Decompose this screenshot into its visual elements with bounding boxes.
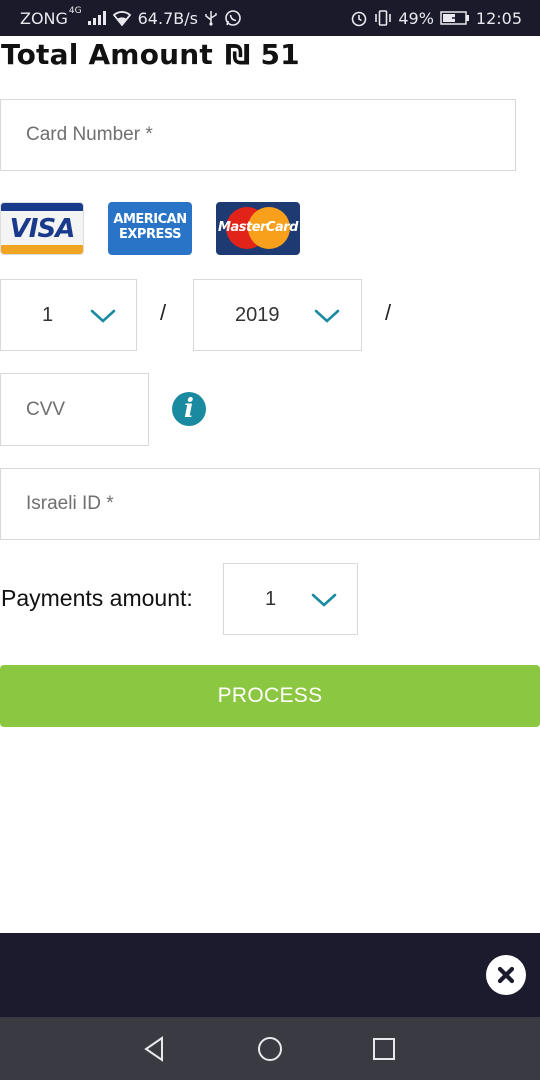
- signal-icon: [87, 8, 106, 28]
- accepted-cards: VISA AMERICAN EXPRESS MasterCard: [0, 202, 300, 255]
- back-icon[interactable]: [138, 1033, 170, 1065]
- battery-charging-icon: [440, 8, 470, 28]
- cvv-placeholder: CVV: [26, 398, 66, 420]
- amex-logo-line2: EXPRESS: [119, 227, 181, 242]
- currency-symbol: ₪: [224, 38, 251, 71]
- amex-logo-line1: AMERICAN: [113, 212, 187, 227]
- card-number-placeholder: Card Number *: [26, 124, 153, 145]
- mastercard-logo: MasterCard: [216, 202, 300, 255]
- status-bar: ZONG 4G 64.7B/s 49% 12:05: [0, 0, 540, 36]
- network-speed-label: 64.7B/s: [137, 8, 198, 28]
- chevron-down-icon: [311, 592, 337, 608]
- payments-amount-label: Payments amount:: [1, 585, 193, 611]
- chevron-down-icon: [90, 308, 116, 324]
- amex-logo: AMERICAN EXPRESS: [108, 202, 192, 255]
- clock-label: 12:05: [475, 8, 522, 28]
- usb-icon: [204, 8, 218, 28]
- total-amount-label: Total Amount: [1, 38, 213, 71]
- visa-logo-text: VISA: [9, 214, 76, 244]
- cvv-input[interactable]: CVV: [0, 373, 149, 446]
- payment-screen: ZONG 4G 64.7B/s 49% 12:05 Total Amount ₪…: [0, 0, 540, 1080]
- wifi-icon: [112, 8, 132, 28]
- vibrate-icon: [374, 8, 392, 28]
- whatsapp-icon: [224, 8, 242, 28]
- close-icon[interactable]: [486, 955, 526, 995]
- visa-logo: VISA: [0, 202, 84, 255]
- expiry-separator: /: [160, 300, 167, 325]
- expiry-year-value: 2019: [235, 303, 280, 326]
- expiry-month-value: 1: [42, 303, 54, 326]
- carrier-label: ZONG: [20, 8, 68, 28]
- bottom-overlay-bar: [0, 933, 540, 1017]
- total-amount-heading: Total Amount ₪ 51: [1, 38, 300, 71]
- chevron-down-icon: [314, 308, 340, 324]
- mastercard-logo-text: MasterCard: [218, 220, 298, 235]
- israeli-id-input[interactable]: Israeli ID *: [0, 468, 540, 540]
- total-amount-value: 51: [260, 38, 300, 71]
- expiry-month-select[interactable]: 1: [0, 279, 137, 351]
- payments-amount-value: 1: [265, 587, 277, 610]
- info-icon[interactable]: i: [172, 392, 206, 426]
- payments-amount-select[interactable]: 1: [223, 563, 358, 635]
- israeli-id-placeholder: Israeli ID *: [26, 493, 114, 514]
- info-icon-glyph: i: [184, 394, 194, 424]
- alarm-icon: [350, 8, 368, 28]
- card-number-input[interactable]: Card Number *: [0, 99, 516, 171]
- expiry-trailing-separator: /: [385, 300, 392, 325]
- battery-percent: 49%: [398, 8, 434, 28]
- network-type-label: 4G: [68, 6, 82, 16]
- process-button[interactable]: PROCESS: [0, 665, 540, 727]
- home-icon[interactable]: [254, 1033, 286, 1065]
- expiry-year-select[interactable]: 2019: [193, 279, 362, 351]
- recents-icon[interactable]: [368, 1033, 400, 1065]
